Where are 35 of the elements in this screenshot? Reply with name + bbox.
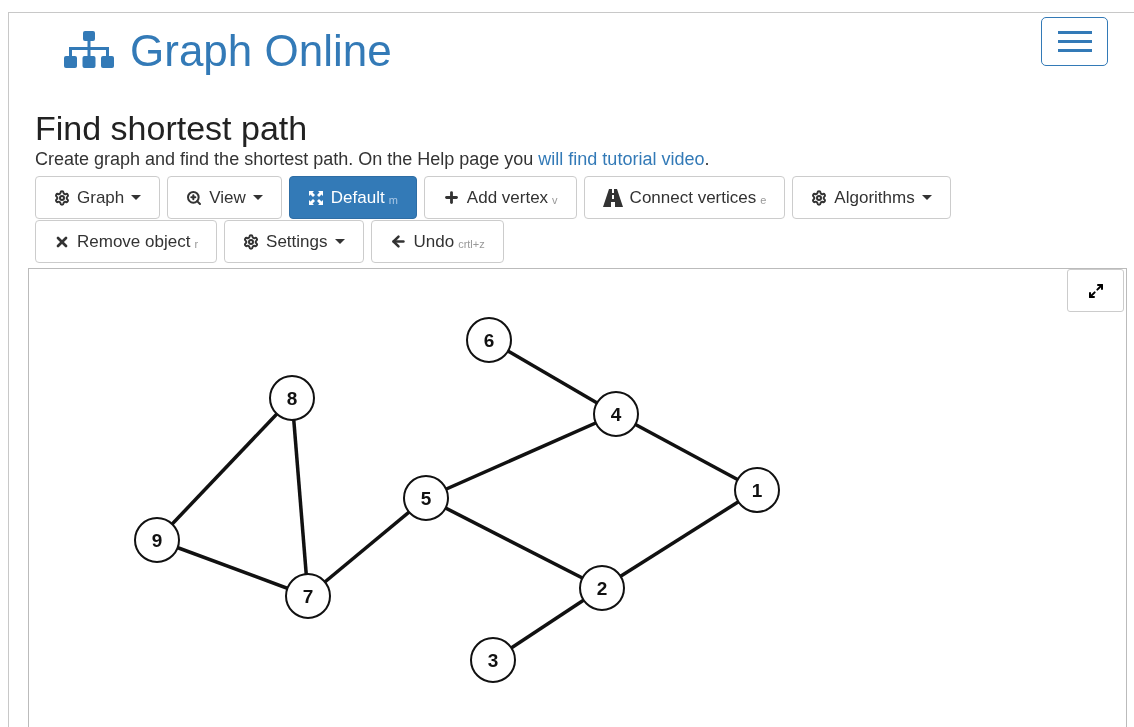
fullscreen-button[interactable] — [1067, 269, 1124, 312]
toolbar-button[interactable]: Graph — [35, 176, 161, 219]
toolbar-button[interactable]: Undo crtl+z — [370, 220, 504, 263]
sitemap-logo-icon — [64, 31, 114, 71]
toolbar-button[interactable]: Default m — [288, 176, 417, 219]
expand-icon — [1087, 282, 1104, 299]
plus-icon — [442, 189, 460, 206]
toolbar-button[interactable]: Settings — [224, 220, 364, 263]
toolbar-button[interactable]: Add vertex v — [423, 176, 577, 219]
graph-vertex[interactable]: 4 — [593, 391, 639, 437]
settings-icon — [243, 233, 260, 250]
graph-vertex[interactable]: 6 — [466, 317, 512, 363]
toolbar-button[interactable]: Connect vertices e — [583, 176, 786, 219]
graph-vertex[interactable]: 7 — [285, 573, 331, 619]
intro-text: Create graph and find the shortest path. On the Help page you will find tutorial video. — [34, 148, 711, 171]
graph-vertex[interactable]: 9 — [134, 517, 180, 563]
toolbar-button[interactable]: Remove object r — [35, 220, 218, 263]
graph-vertex[interactable]: 2 — [579, 565, 625, 611]
graph-vertex[interactable]: 3 — [470, 637, 516, 683]
menu-button[interactable] — [1041, 17, 1108, 66]
fullscreen-icon — [307, 189, 324, 206]
graph-vertex[interactable]: 1 — [734, 467, 780, 513]
graph-canvas[interactable]: 6 8 4 5 1 9 7 2 3 — [28, 268, 1127, 727]
graph-vertex[interactable]: 5 — [403, 475, 449, 521]
graph-vertex[interactable]: 8 — [269, 375, 315, 421]
zoom-icon — [186, 189, 203, 206]
menu-icon — [1057, 31, 1092, 52]
road-icon — [602, 188, 623, 207]
toolbar-button[interactable]: Algorithms — [792, 176, 951, 219]
toolbar-button[interactable]: View — [167, 176, 282, 219]
settings-icon — [54, 189, 70, 206]
tutorial-link[interactable]: will find tutorial video — [538, 149, 705, 169]
page-heading: Find shortest path — [34, 109, 309, 147]
settings-icon — [811, 189, 828, 206]
brand-title[interactable]: Graph Online — [130, 23, 392, 79]
